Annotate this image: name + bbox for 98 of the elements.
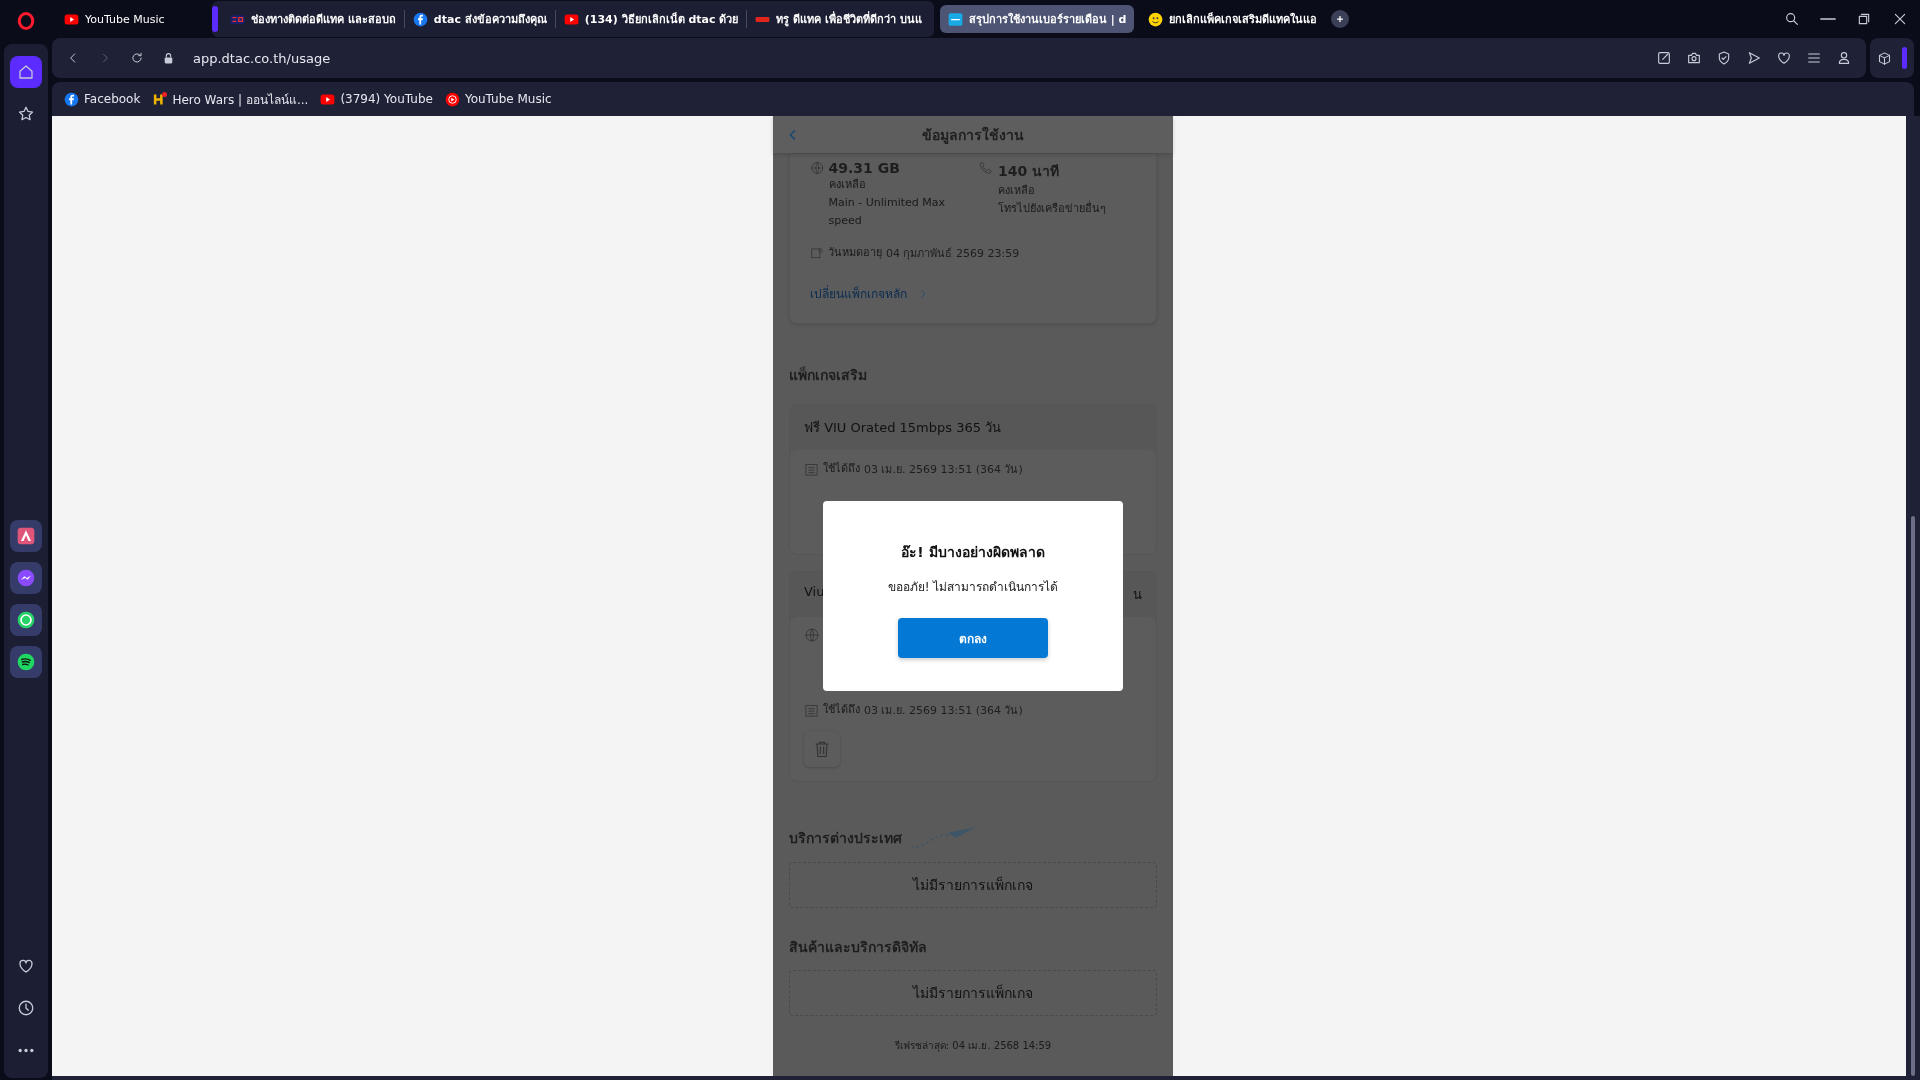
minimize-icon [1820, 17, 1836, 21]
snapshot-button[interactable] [1686, 50, 1702, 66]
usage-amount: 140 นาที [998, 162, 1061, 181]
browser-tab[interactable]: ยกเลิกแพ็คเกจเสริมดีแทคในแอ [1140, 5, 1326, 33]
last-refresh-text: รีเฟรชล่าสุด: 04 เม.ย. 2568 14:59 [893, 1039, 1053, 1053]
browser-tab[interactable]: (134) วิธียกเลิกเน็ต dtac ด้วย [555, 5, 747, 33]
bookmark-link[interactable]: YouTube Music [444, 91, 552, 107]
send-icon [1746, 50, 1762, 66]
plus-icon [1335, 14, 1346, 24]
home-icon [17, 63, 35, 81]
browser-tab[interactable]: สรุปการใช้งานเบอร์รายเดือน | d [939, 5, 1135, 33]
facebook-icon [64, 91, 79, 107]
browser-tab[interactable]: ทรู ดีแทค เพื่อชีวิตที่ดีกว่า บนแ [747, 5, 930, 33]
browser-tab[interactable]: ช่องทางติดต่อดีแทค และสอบถ [222, 5, 404, 33]
person-icon [1836, 50, 1852, 66]
empty-state: ไม่มีรายการแพ็กเกจ [789, 862, 1157, 908]
valid-date: 03 เม.ย. 2569 13:51 (364 วัน) [864, 703, 1023, 719]
edit-button[interactable] [1656, 50, 1672, 66]
paper-plane-drawing [908, 826, 978, 850]
usage-detail: โทรไปยังเครือข่ายอื่นๆ [998, 200, 1106, 217]
emoji-icon [1148, 11, 1164, 27]
browser-tab[interactable]: YouTube Music [56, 5, 206, 33]
valid-label: ใช้ได้ถึง [823, 702, 860, 718]
usage-amount: 49.31 GB [828, 160, 901, 176]
reload-icon [130, 51, 144, 65]
opera-logo-icon [17, 12, 35, 30]
page-title: ข้อมูลการใช้งาน [922, 125, 1024, 146]
ok-button[interactable]: ตกลง [898, 618, 1048, 658]
trash-icon [812, 739, 832, 759]
messenger-icon [16, 568, 36, 588]
favorites-button[interactable] [1776, 50, 1792, 66]
clock-icon [17, 999, 35, 1017]
whatsapp-icon [16, 610, 36, 630]
restore-icon [1856, 11, 1872, 27]
usage-label: คงเหลือ [998, 183, 1036, 199]
app-launcher-button[interactable] [10, 520, 42, 552]
tab-group-marker [212, 6, 218, 32]
close-icon [1892, 11, 1908, 27]
facebook-icon [412, 11, 428, 27]
extensions-button[interactable] [1877, 50, 1892, 66]
home-button[interactable] [10, 56, 42, 88]
star-icon [17, 105, 35, 123]
search-icon [1784, 11, 1800, 27]
calendar-icon [804, 461, 819, 477]
addon-title: Viu [804, 584, 825, 601]
bookmark-link[interactable]: Facebook [64, 91, 141, 107]
addon-title: ฟรี VIU Orated 15mbps 365 วัน [804, 419, 1002, 437]
empty-state: ไม่มีรายการแพ็กเกจ [789, 970, 1157, 1016]
vpn-button[interactable] [1716, 50, 1732, 66]
section-heading: บริการต่างประเทศ [789, 829, 902, 848]
address-field[interactable]: app.dtac.co.th/usage [193, 50, 331, 66]
game-icon [152, 91, 168, 107]
dialog-message: ขออภัย! ไม่สามารถดำเนินการได้ [887, 579, 1059, 596]
pencil-icon [1656, 50, 1672, 66]
expiry-label: วันหมดอายุ [828, 245, 882, 261]
messenger-button[interactable] [10, 562, 42, 594]
cube-icon [1877, 50, 1892, 66]
search-button[interactable] [1784, 11, 1800, 27]
reload-button[interactable] [130, 51, 144, 65]
new-tab-button[interactable] [1331, 10, 1350, 28]
triangle-app-icon [16, 526, 36, 546]
bookmark-link[interactable]: Hero Wars | ออนไลน์แ... [152, 89, 309, 109]
globe-icon [810, 160, 825, 176]
panel-marker [1902, 47, 1907, 69]
bookmark-link[interactable]: (3794) YouTube [320, 91, 433, 107]
profile-button[interactable] [1836, 50, 1852, 66]
restore-button[interactable] [1856, 11, 1872, 27]
minimize-button[interactable] [1820, 17, 1836, 21]
sliders-icon [1806, 50, 1822, 66]
phone-icon [978, 160, 994, 176]
calendar-icon [810, 246, 824, 260]
send-button[interactable] [1746, 50, 1762, 66]
spotify-button[interactable] [10, 646, 42, 678]
scrollbar-thumb[interactable] [1911, 516, 1915, 1076]
heart-icon [1776, 50, 1792, 66]
whatsapp-button[interactable] [10, 604, 42, 636]
section-heading: สินค้าและบริการดิจิทัล [789, 938, 927, 957]
usage-detail: Main - Unlimited Max speed [828, 195, 946, 229]
browser-tab[interactable]: dtac ส่งข้อความถึงคุณ [404, 5, 555, 33]
spotify-icon [16, 652, 36, 672]
close-button[interactable] [1892, 11, 1908, 27]
valid-date: 03 เม.ย. 2569 13:51 (364 วัน) [864, 462, 1023, 478]
usage-label: คงเหลือ [828, 177, 867, 193]
lock-icon [162, 51, 175, 65]
section-heading: แพ็กเกจเสริม [789, 365, 867, 385]
valid-label: ใช้ได้ถึง [823, 461, 860, 477]
addon-title: น [1133, 586, 1142, 604]
easy-setup-button[interactable] [1806, 50, 1822, 66]
dtac-logo-icon [947, 11, 963, 27]
dialog-title: อ๊ะ! มีบางอย่างผิดพลาด [901, 543, 1045, 562]
calendar-icon [804, 702, 819, 718]
music-icon [444, 91, 460, 107]
shield-icon [1716, 50, 1732, 66]
camera-icon [1686, 50, 1702, 66]
heart-icon [17, 957, 35, 975]
more-icon [17, 1047, 35, 1053]
expiry-date: 04 กุมภาพันธ์ 2569 23:59 [886, 246, 1020, 262]
globe-icon [804, 627, 820, 643]
